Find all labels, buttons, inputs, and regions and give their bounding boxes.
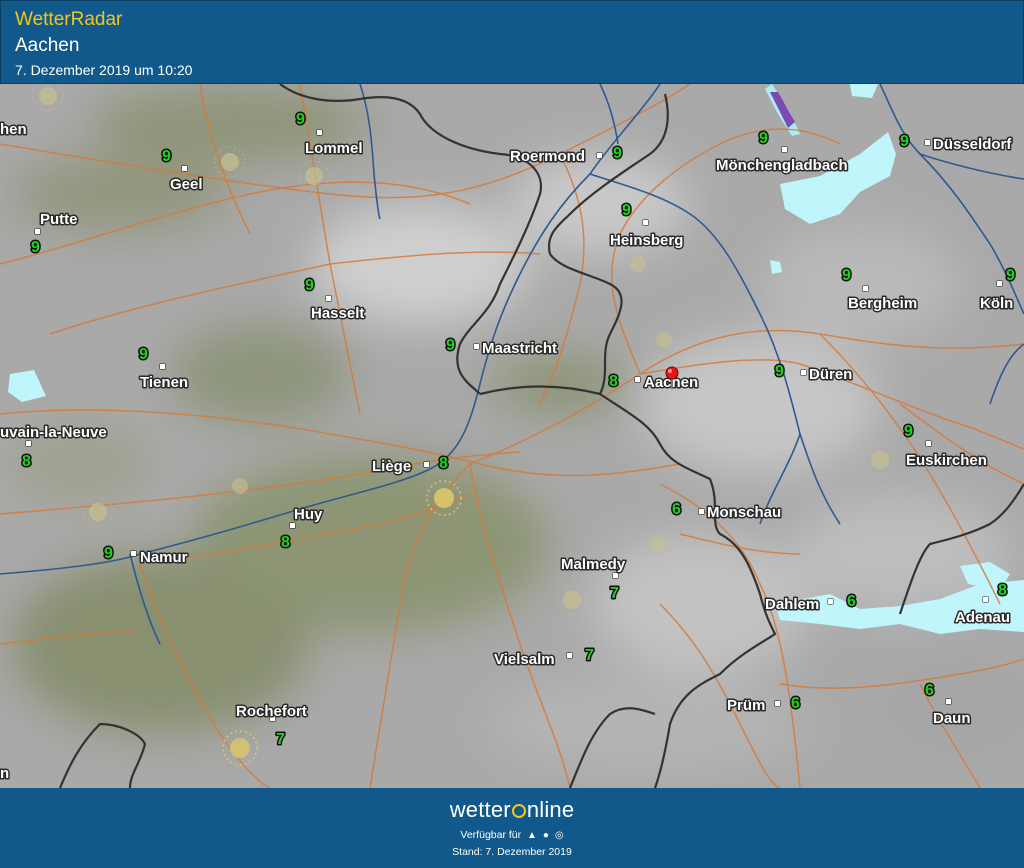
temperature-value: 7 — [610, 585, 619, 602]
temperature-value: 9 — [900, 133, 909, 150]
city-dot — [423, 461, 430, 468]
city-name: Prüm — [727, 697, 765, 714]
city-name: Vielsalm — [494, 651, 555, 668]
city-dot — [566, 652, 573, 659]
city-name: Hasselt — [311, 305, 364, 322]
city-dot — [774, 700, 781, 707]
temperature-value: 6 — [791, 695, 800, 712]
temperature-value: 9 — [904, 423, 913, 440]
city-dot — [800, 369, 807, 376]
android-icon[interactable]: ▲ — [527, 830, 537, 841]
city-name: Lommel — [305, 140, 363, 157]
radar-map[interactable]: Aachen 8 Maastricht 9 Heinsberg 9 Roermo… — [0, 84, 1024, 788]
sun-icon — [656, 332, 672, 348]
city-name: Euskirchen — [906, 452, 987, 469]
sun-icon — [630, 256, 646, 272]
city-dot — [781, 146, 788, 153]
city-name: Köln — [980, 295, 1013, 312]
city-name: Adenau — [955, 609, 1010, 626]
city-name: Düren — [809, 366, 852, 383]
city-name: Tienen — [140, 374, 188, 391]
city-name: Liège — [372, 458, 411, 475]
temperature-value: 9 — [622, 202, 631, 219]
city-dot — [25, 440, 32, 447]
temperature-value: 8 — [22, 453, 31, 470]
sun-icon — [650, 536, 666, 552]
footer-bar: wetter nline Verfügbar für ▲ ● ◎ Stand: 7… — [0, 788, 1024, 868]
city-name: Daun — [933, 710, 971, 727]
location-name: Aachen — [15, 35, 80, 56]
city-dot — [827, 598, 834, 605]
temperature-value: 8 — [998, 582, 1007, 599]
city-dot — [325, 295, 332, 302]
wetteronline-logo[interactable]: wetter nline — [0, 797, 1024, 823]
city-dot — [34, 228, 41, 235]
temperature-value: 8 — [281, 534, 290, 551]
city-dot — [130, 550, 137, 557]
temperature-value: 9 — [162, 148, 171, 165]
temperature-value: 7 — [276, 731, 285, 748]
temperature-value: 9 — [446, 337, 455, 354]
temperature-value: 9 — [104, 545, 113, 562]
city-dot — [945, 698, 952, 705]
radar-timestamp: 7. Dezember 2019 um 10:20 — [15, 62, 193, 78]
temperature-value: 9 — [305, 277, 314, 294]
temperature-value: 7 — [585, 647, 594, 664]
city-name: Geel — [170, 176, 203, 193]
temperature-value: 9 — [775, 363, 784, 380]
web-icon[interactable]: ◎ — [555, 830, 564, 841]
apple-icon[interactable]: ● — [543, 830, 549, 841]
city-name: Huy — [294, 506, 323, 523]
city-name: Düsseldorf — [933, 136, 1012, 153]
logo-o-ring — [511, 804, 526, 818]
temperature-value: 8 — [609, 373, 618, 390]
city-dot — [925, 440, 932, 447]
city-name: Roermond — [510, 148, 585, 165]
city-dot — [982, 596, 989, 603]
city-name: Bergheim — [848, 295, 917, 312]
temperature-value: 9 — [1006, 267, 1015, 284]
city-dot — [924, 139, 931, 146]
temperature-value: 6 — [925, 682, 934, 699]
app-title: WetterRadar — [15, 9, 123, 30]
city-name: Putte — [40, 211, 78, 228]
city-name: Rochefort — [236, 703, 307, 720]
header-bar: WetterRadar Aachen 7. Dezember 2019 um 1… — [0, 0, 1024, 84]
temperature-value: 6 — [847, 593, 856, 610]
availability-line: Verfügbar für ▲ ● ◎ — [0, 829, 1024, 841]
temperature-value: 9 — [296, 111, 305, 128]
city-dot — [181, 165, 188, 172]
stand-date: Stand: 7. Dezember 2019 — [452, 846, 572, 858]
city-dot — [316, 129, 323, 136]
city-dot — [612, 572, 619, 579]
city-dot — [862, 285, 869, 292]
temperature-value: 9 — [139, 346, 148, 363]
city-name: Maastricht — [482, 340, 557, 357]
available-label: Verfügbar für — [460, 829, 522, 841]
city-name: hen — [0, 121, 27, 138]
temperature-value: 9 — [842, 267, 851, 284]
city-dot — [159, 363, 166, 370]
city-dot — [634, 376, 641, 383]
temperature-value: 9 — [759, 130, 768, 147]
city-name: Malmedy — [561, 556, 626, 573]
sun-icon — [232, 478, 248, 494]
city-dot — [596, 152, 603, 159]
city-name: Monschau — [707, 504, 781, 521]
city-name: Heinsberg — [610, 232, 683, 249]
city-name: n — [0, 765, 9, 782]
city-name: Dahlem — [765, 596, 819, 613]
temperature-value: 9 — [31, 239, 40, 256]
city-dot — [289, 522, 296, 529]
temperature-value: 6 — [672, 501, 681, 518]
city-name: Mönchengladbach — [716, 157, 848, 174]
temperature-value: 9 — [613, 145, 622, 162]
city-name: uvain-la-Neuve — [0, 424, 107, 441]
city-dot — [698, 508, 705, 515]
city-dot — [473, 343, 480, 350]
city-dot — [642, 219, 649, 226]
city-name: Namur — [140, 549, 188, 566]
city-dot — [996, 280, 1003, 287]
temperature-value: 8 — [439, 455, 448, 472]
